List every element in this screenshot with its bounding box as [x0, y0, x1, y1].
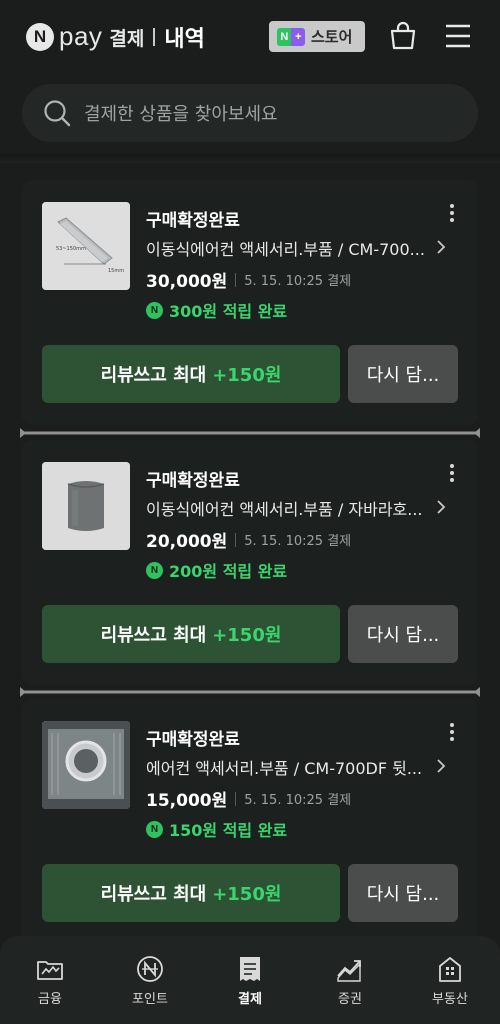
order-status: 구매확정완료	[146, 211, 240, 231]
app-header: N pay 결제 내역 N + 스토어	[0, 0, 500, 76]
price-separator	[235, 791, 237, 806]
product-image-connector	[42, 462, 130, 550]
logo-service-text: 결제	[109, 27, 145, 50]
shopping-bag-icon[interactable]	[387, 20, 419, 52]
review-points: +150원	[212, 884, 282, 905]
logo-separator	[153, 28, 156, 46]
product-image[interactable]: 53~150mm 15mm	[42, 202, 130, 290]
payment-date: 5. 15. 10:25 결제	[244, 534, 352, 549]
points-earned: 150원 적립 완료	[169, 821, 288, 840]
review-button-label: 리뷰쓰고 최대	[100, 365, 207, 386]
add-to-cart-again-button[interactable]: 다시 담...	[348, 864, 458, 922]
nav-item-finance[interactable]: 금융	[0, 936, 100, 1024]
store-label: 스토어	[311, 28, 353, 46]
points-row: N 200원 적립 완료	[146, 558, 287, 582]
building-icon	[439, 957, 461, 982]
price-separator	[235, 532, 237, 547]
product-name-link[interactable]: 이동식에어컨 액세서리.부품 / 자바라호...	[146, 496, 432, 520]
nav-item-real-estate[interactable]: 부동산	[400, 936, 500, 1024]
chevron-right-icon[interactable]	[434, 237, 448, 257]
more-options-icon[interactable]	[444, 721, 460, 743]
store-button[interactable]: N + 스토어	[269, 21, 365, 52]
points-row: N 150원 적립 완료	[146, 817, 287, 841]
price-separator	[235, 272, 237, 287]
nav-label: 포인트	[132, 992, 168, 1007]
order-card: 53~150mm 15mm 구매확정완료 이동식에어컨 액세서리.부품 / CM…	[22, 180, 478, 425]
order-price: 20,000원	[146, 532, 228, 552]
points-earned: 300원 적립 완료	[169, 302, 288, 321]
store-badge-plus: +	[295, 30, 302, 43]
again-button-label: 다시 담...	[366, 884, 440, 905]
card-divider	[20, 428, 480, 438]
order-status: 구매확정완료	[146, 730, 240, 750]
payment-date: 5. 15. 10:25 결제	[244, 793, 352, 808]
stock-chart-icon	[337, 960, 361, 982]
chevron-right-icon[interactable]	[434, 497, 448, 517]
product-image-window-panel	[42, 721, 130, 809]
points-icon	[137, 956, 163, 982]
npay-points-icon: N	[146, 561, 163, 579]
nav-item-payment[interactable]: 결제	[200, 936, 300, 1024]
image-caption: 53~150mm	[56, 246, 86, 252]
search-placeholder: 결제한 상품을 찾아보세요	[84, 104, 278, 125]
hamburger-menu-icon[interactable]	[443, 22, 473, 50]
review-points: +150원	[212, 625, 282, 646]
order-price: 15,000원	[146, 791, 228, 811]
store-badge-n: N	[280, 30, 289, 43]
store-badge-icon: N +	[277, 27, 305, 46]
nav-item-stocks[interactable]: 증권	[300, 936, 400, 1024]
order-price: 30,000원	[146, 272, 228, 292]
product-image[interactable]	[42, 721, 130, 809]
page-title: 내역	[164, 27, 205, 52]
nav-label: 증권	[338, 992, 362, 1007]
nav-label: 금융	[38, 992, 62, 1007]
npay-logo[interactable]: N pay 결제 내역	[26, 20, 205, 52]
more-options-icon[interactable]	[444, 202, 460, 224]
points-row: N 300원 적립 완료	[146, 298, 287, 322]
payment-date: 5. 15. 10:25 결제	[244, 274, 352, 289]
order-card: 구매확정완료 에어컨 액세서리.부품 / CM-700DF 뒷... 15,00…	[22, 699, 478, 944]
review-button-label: 리뷰쓰고 최대	[100, 884, 207, 905]
section-divider	[0, 154, 500, 163]
add-to-cart-again-button[interactable]: 다시 담...	[348, 605, 458, 663]
price-row: 15,000원 5. 15. 10:25 결제	[146, 786, 351, 811]
npay-points-icon: N	[146, 820, 163, 838]
nav-label: 부동산	[432, 992, 468, 1007]
finance-icon	[37, 961, 63, 980]
image-caption: 15mm	[108, 268, 124, 274]
nav-label: 결제	[238, 992, 262, 1007]
product-image[interactable]	[42, 462, 130, 550]
logo-pay-text: pay	[59, 20, 103, 51]
card-divider	[20, 687, 480, 697]
add-to-cart-again-button[interactable]: 다시 담...	[348, 345, 458, 403]
review-points: +150원	[212, 365, 282, 386]
price-row: 20,000원 5. 15. 10:25 결제	[146, 527, 351, 552]
order-card: 구매확정완료 이동식에어컨 액세서리.부품 / 자바라호... 20,000원 …	[22, 440, 478, 685]
write-review-button[interactable]: 리뷰쓰고 최대 +150원	[42, 864, 340, 922]
product-image-hose-fitting: 53~150mm 15mm	[42, 202, 130, 290]
npay-logo-icon: N	[26, 23, 54, 51]
points-earned: 200원 적립 완료	[169, 562, 288, 581]
review-button-label: 리뷰쓰고 최대	[100, 625, 207, 646]
search-bar[interactable]: 결제한 상품을 찾아보세요	[22, 84, 478, 142]
nav-item-points[interactable]: 포인트	[100, 936, 200, 1024]
npay-points-icon: N	[146, 301, 163, 319]
product-name-link[interactable]: 에어컨 액세서리.부품 / CM-700DF 뒷...	[146, 755, 432, 779]
bottom-navigation: 금융 포인트 결제 증권 부동산	[0, 936, 500, 1024]
write-review-button[interactable]: 리뷰쓰고 최대 +150원	[42, 345, 340, 403]
again-button-label: 다시 담...	[366, 625, 440, 646]
write-review-button[interactable]: 리뷰쓰고 최대 +150원	[42, 605, 340, 663]
receipt-icon	[240, 957, 260, 981]
more-options-icon[interactable]	[444, 462, 460, 484]
product-name-link[interactable]: 이동식에어컨 액세서리.부품 / CM-700...	[146, 236, 432, 260]
again-button-label: 다시 담...	[366, 365, 440, 386]
search-icon	[44, 100, 71, 127]
chevron-right-icon[interactable]	[434, 756, 448, 776]
order-status: 구매확정완료	[146, 471, 240, 491]
price-row: 30,000원 5. 15. 10:25 결제	[146, 267, 351, 292]
